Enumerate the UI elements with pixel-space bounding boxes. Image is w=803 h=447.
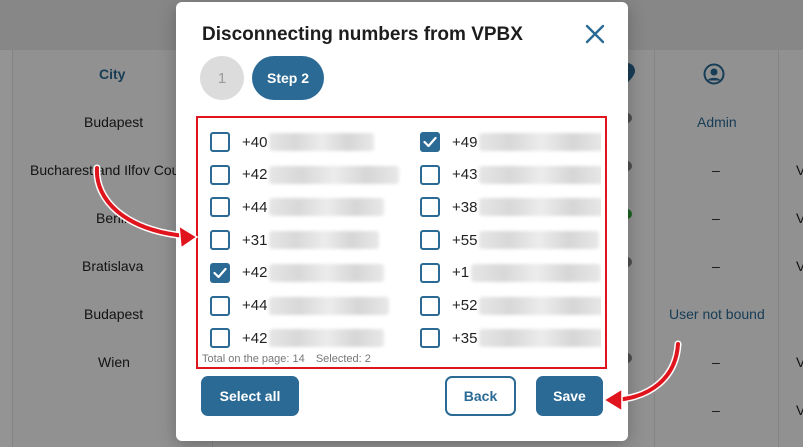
redacted-digits <box>269 296 390 315</box>
redacted-digits <box>269 133 375 151</box>
disconnect-numbers-dialog: Disconnecting numbers from VPBX 1 Step 2… <box>176 2 628 441</box>
redacted-digits <box>471 263 601 282</box>
redacted-digits <box>269 198 385 217</box>
redacted-digits <box>269 263 385 282</box>
annotation-arrow-left <box>93 164 199 250</box>
close-icon[interactable] <box>583 22 607 46</box>
phone-number: +44 <box>242 198 385 217</box>
phone-number-prefix: +31 <box>242 231 268 249</box>
redacted-digits <box>479 231 600 250</box>
phone-number: +42 <box>242 165 400 184</box>
phone-number-prefix: +44 <box>242 297 268 314</box>
number-row[interactable]: +42 <box>210 326 385 350</box>
redacted-digits <box>269 231 380 250</box>
check-icon <box>423 136 437 148</box>
redacted-digits <box>479 329 601 348</box>
redacted-digits <box>479 133 601 151</box>
total-count: Total on the page: 14 <box>202 353 305 365</box>
phone-number-prefix: +35 <box>452 329 478 347</box>
phone-number-prefix: +44 <box>242 198 268 216</box>
number-row[interactable]: +43 <box>420 163 601 187</box>
number-checkbox[interactable] <box>420 328 440 349</box>
dialog-title: Disconnecting numbers from VPBX <box>202 24 523 45</box>
number-checkbox[interactable] <box>210 164 230 185</box>
phone-number: +31 <box>242 231 380 250</box>
number-checkbox[interactable] <box>420 295 440 316</box>
number-row[interactable]: +44 <box>210 195 385 219</box>
phone-number-prefix: +52 <box>452 297 478 314</box>
list-footer: Total on the page: 14 Selected: 2 <box>202 353 379 365</box>
number-checkbox[interactable] <box>210 230 230 251</box>
number-row[interactable]: +35 <box>420 326 601 350</box>
number-row[interactable]: +31 <box>210 228 380 252</box>
number-row[interactable]: +42 <box>210 163 400 187</box>
phone-number-prefix: +42 <box>242 166 268 184</box>
numbers-list-scroll-area[interactable]: +40 +42 +44 +31 +42 +44 +42 +49 +43 +38 +55 +1 +52 +3… <box>202 122 601 351</box>
phone-number: +44 <box>242 296 390 315</box>
number-row[interactable]: +52 <box>420 294 601 318</box>
phone-number: +42 <box>242 263 385 282</box>
phone-number-prefix: +1 <box>452 264 470 282</box>
back-button[interactable]: Back <box>445 376 516 416</box>
number-checkbox[interactable] <box>210 295 230 316</box>
phone-number: +55 <box>452 231 600 250</box>
number-checkbox[interactable] <box>420 230 440 251</box>
number-checkbox[interactable] <box>210 262 230 283</box>
phone-number-prefix: +55 <box>452 231 478 249</box>
phone-number: +43 <box>452 165 601 184</box>
select-all-button[interactable]: Select all <box>201 376 299 416</box>
number-row[interactable]: +1 <box>420 261 601 285</box>
step-2-indicator[interactable]: Step 2 <box>252 56 324 100</box>
redacted-digits <box>479 165 601 184</box>
number-checkbox[interactable] <box>420 262 440 283</box>
phone-number: +40 <box>242 133 375 151</box>
number-row[interactable]: +55 <box>420 228 600 252</box>
phone-number: +38 <box>452 198 601 217</box>
number-checkbox[interactable] <box>420 197 440 218</box>
redacted-digits <box>479 296 601 315</box>
phone-number: +42 <box>242 329 385 348</box>
phone-number: +35 <box>452 329 601 348</box>
number-checkbox[interactable] <box>420 132 440 152</box>
redacted-digits <box>479 198 601 217</box>
phone-number-prefix: +42 <box>242 329 268 347</box>
phone-number-prefix: +42 <box>242 264 268 282</box>
phone-number: +52 <box>452 296 601 315</box>
numbers-list: +40 +42 +44 +31 +42 +44 +42 +49 +43 +38 +55 +1 +52 +3… <box>196 116 607 369</box>
selected-count: Selected: 2 <box>315 353 371 365</box>
redacted-digits <box>269 329 385 348</box>
number-row[interactable]: +38 <box>420 195 601 219</box>
check-icon <box>213 267 227 278</box>
phone-number-prefix: +43 <box>452 166 478 184</box>
phone-number: +1 <box>452 263 601 282</box>
number-checkbox[interactable] <box>210 197 230 218</box>
annotation-arrow-right <box>602 340 682 413</box>
number-row[interactable]: +42 <box>210 261 385 285</box>
number-row[interactable]: +40 <box>210 130 375 154</box>
phone-number-prefix: +38 <box>452 198 478 216</box>
number-row[interactable]: +49 <box>420 130 601 154</box>
phone-number-prefix: +40 <box>242 133 268 151</box>
number-checkbox[interactable] <box>210 132 230 152</box>
phone-number-prefix: +49 <box>452 133 478 151</box>
save-button[interactable]: Save <box>536 376 603 416</box>
step-1-indicator[interactable]: 1 <box>200 56 244 100</box>
number-checkbox[interactable] <box>420 164 440 185</box>
number-row[interactable]: +44 <box>210 294 390 318</box>
phone-number: +49 <box>452 133 601 151</box>
number-checkbox[interactable] <box>210 328 230 349</box>
redacted-digits <box>269 165 400 184</box>
